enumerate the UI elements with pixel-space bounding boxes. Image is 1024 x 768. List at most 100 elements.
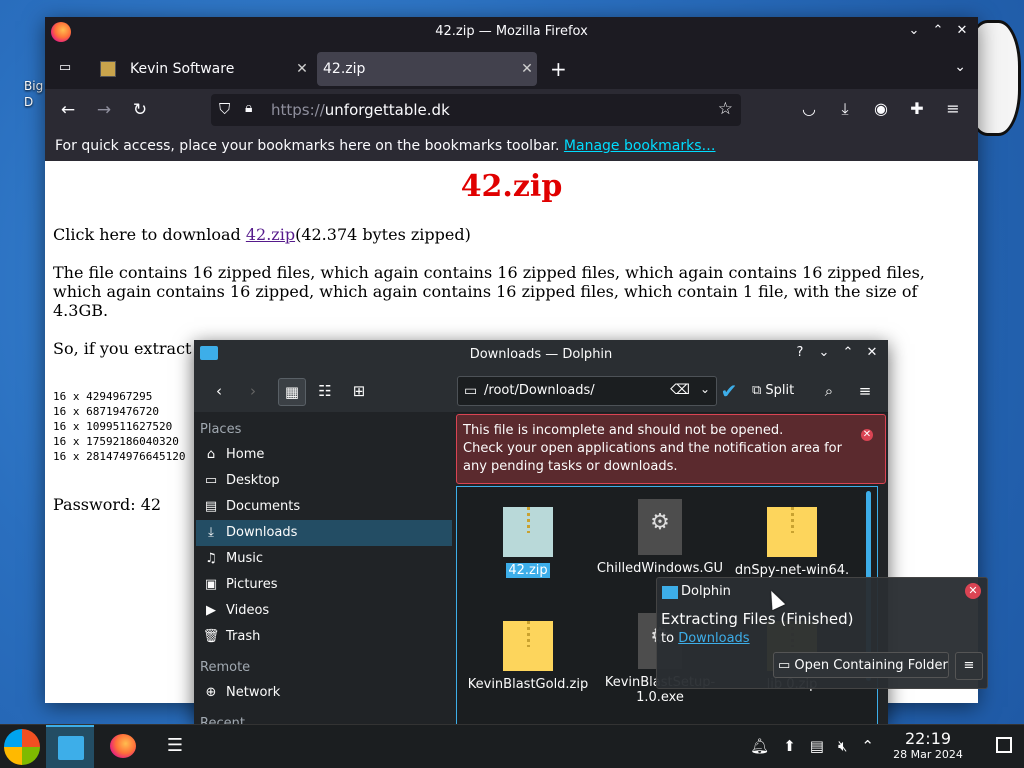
home-icon: ⌂ [206,447,216,462]
downloads-link[interactable]: Downloads [678,631,749,646]
download-suffix: (42.374 bytes zipped) [295,225,471,244]
dolphin-titlebar[interactable]: Downloads — Dolphin ? ⌄ ⌃ ✕ [194,340,888,368]
firefox-view-icon[interactable]: ▭ [53,56,77,80]
start-menu-icon[interactable] [4,729,40,765]
downloads-icon[interactable]: ⤓ [834,99,856,119]
close-warning-icon[interactable]: ✕ [861,429,873,441]
close-window-button[interactable]: ✕ [864,345,880,361]
tab-42zip[interactable]: 42.zip ✕ [317,52,537,86]
tab-kevin-software[interactable]: Kevin Software ✕ [90,52,312,86]
file-item[interactable]: KevinBlastGold.zip [463,621,593,692]
download-paragraph: Click here to download 42.zip(42.374 byt… [53,225,471,244]
help-button[interactable]: ? [792,345,808,361]
lock-icon[interactable]: 🔒︎ [245,100,252,116]
folder-icon: ▭ [464,383,478,399]
back-button[interactable]: ← [57,99,79,121]
sliders-icon: ☰ [166,735,184,756]
notifications-bell-icon[interactable]: 🔔︎ [750,737,769,755]
url-domain: unforgettable.dk [324,101,450,119]
close-tab-icon[interactable]: ✕ [292,61,312,77]
file-item[interactable]: ⚙ ChilledWindows.GU [595,499,725,576]
clipboard-icon[interactable]: ▤ [810,737,824,755]
hamburger-menu-icon[interactable]: ≡ [852,378,878,404]
file-item[interactable]: dnSpy-net-win64. [727,507,857,578]
show-desktop-icon[interactable] [996,737,1012,753]
place-label: Network [226,685,281,700]
executable-gear-icon: ⚙ [638,499,682,555]
to-prefix: to [661,631,679,646]
download-link[interactable]: 42.zip [246,225,295,244]
details-view-button[interactable]: ⊞ [346,378,372,404]
place-downloads[interactable]: ⤓ Downloads [196,520,452,546]
minimize-button[interactable]: ⌄ [816,345,832,361]
system-tray: 🔔︎ ⬆ ▤ 🔇︎ ⌃ [750,737,874,755]
notification-heading: Extracting Files (Finished) [661,610,854,628]
firefox-logo-icon [110,734,136,758]
place-videos[interactable]: ▶ Videos [196,598,452,624]
place-label: Documents [226,499,301,514]
place-label: Trash [226,629,261,644]
manage-bookmarks-link[interactable]: Manage bookmarks… [564,138,716,154]
clear-icon[interactable]: ⌫ [670,382,690,398]
taskbar-firefox[interactable] [98,725,146,768]
pictures-icon: ▣ [204,577,218,592]
checkmark-icon[interactable]: ✔ [716,378,742,404]
place-label: Music [226,551,263,566]
notification-menu-icon[interactable]: ≡ [955,652,983,680]
extract-paragraph: So, if you extract [53,339,192,358]
maximize-button[interactable]: ⌃ [840,345,856,361]
account-icon[interactable]: ◉ [870,99,892,119]
maximize-button[interactable]: ⌃ [930,23,946,39]
reload-button[interactable]: ↻ [129,99,151,121]
place-music[interactable]: ♫ Music [196,546,452,572]
extensions-icon[interactable]: ✚ [906,99,928,119]
clock[interactable]: 22:19 28 Mar 2024 [888,729,968,761]
new-tab-button[interactable]: + [550,59,567,79]
back-button[interactable]: ‹ [206,378,232,404]
place-trash[interactable]: 🗑︎ Trash [196,624,452,650]
close-notification-icon[interactable]: ✕ [965,583,981,599]
place-documents[interactable]: ▤ Documents [196,494,452,520]
forward-button[interactable]: › [240,378,266,404]
place-pictures[interactable]: ▣ Pictures [196,572,452,598]
calc-line: 16 x 4294967295 [53,390,153,403]
firefox-titlebar[interactable]: 42.zip — Mozilla Firefox ⌄ ⌃ ✕ [45,17,978,47]
search-icon[interactable]: ⌕ [816,378,842,404]
location-path[interactable]: /root/Downloads/ [484,383,595,398]
remote-header: Remote [200,660,251,675]
list-all-tabs-icon[interactable]: ⌄ [954,59,966,75]
tray-expand-chevron-icon[interactable]: ⌃ [861,737,874,755]
bookmark-star-icon[interactable]: ☆ [718,99,733,119]
pocket-icon[interactable]: ◡ [798,99,820,119]
places-panel: Places ⌂ Home ▭ Desktop ▤ Documents ⤓ Downlo… [194,412,454,724]
open-containing-folder-button[interactable]: ▭ Open Containing Folder [773,652,949,678]
place-home[interactable]: ⌂ Home [196,442,452,468]
taskbar-mixer[interactable]: ☰ [150,725,198,768]
zip-file-icon [503,621,553,671]
tracking-shield-icon[interactable]: ⛉ [219,100,230,118]
dolphin-toolbar: ‹ › ▦ ☷ ⊞ ▭ /root/Downloads/ ⌫ ⌄ ✔ ⧉ Spl… [194,368,888,413]
volume-muted-icon[interactable]: 🔇︎ [838,737,847,755]
place-network[interactable]: ⊕ Network [196,680,452,706]
tab-strip: ▭ Kevin Software ✕ 42.zip ✕ + ⌄ [45,47,978,89]
desktop-icon: ▭ [204,473,218,488]
split-label: Split [765,383,795,398]
url-bar[interactable]: ⛉ 🔒︎ https://unforgettable.dk ☆ [211,94,741,126]
location-bar[interactable]: ▭ /root/Downloads/ ⌫ ⌄ [457,376,717,406]
split-button[interactable]: ⧉ Split [752,378,794,404]
updates-icon[interactable]: ⬆ [783,737,796,755]
menu-icon[interactable]: ≡ [942,99,964,119]
close-window-button[interactable]: ✕ [954,23,970,39]
recent-header: Recent [200,716,245,724]
close-tab-icon[interactable]: ✕ [517,61,537,77]
chevron-down-icon[interactable]: ⌄ [700,382,710,396]
compact-view-button[interactable]: ☷ [312,378,338,404]
taskbar-dolphin[interactable] [46,725,94,768]
place-desktop[interactable]: ▭ Desktop [196,468,452,494]
minimize-button[interactable]: ⌄ [906,23,922,39]
file-item[interactable]: 42.zip [463,507,593,578]
forward-button[interactable]: → [93,99,115,121]
notification-app-name: Dolphin [681,584,731,599]
icons-view-button[interactable]: ▦ [278,378,306,406]
folder-icon [58,736,84,760]
